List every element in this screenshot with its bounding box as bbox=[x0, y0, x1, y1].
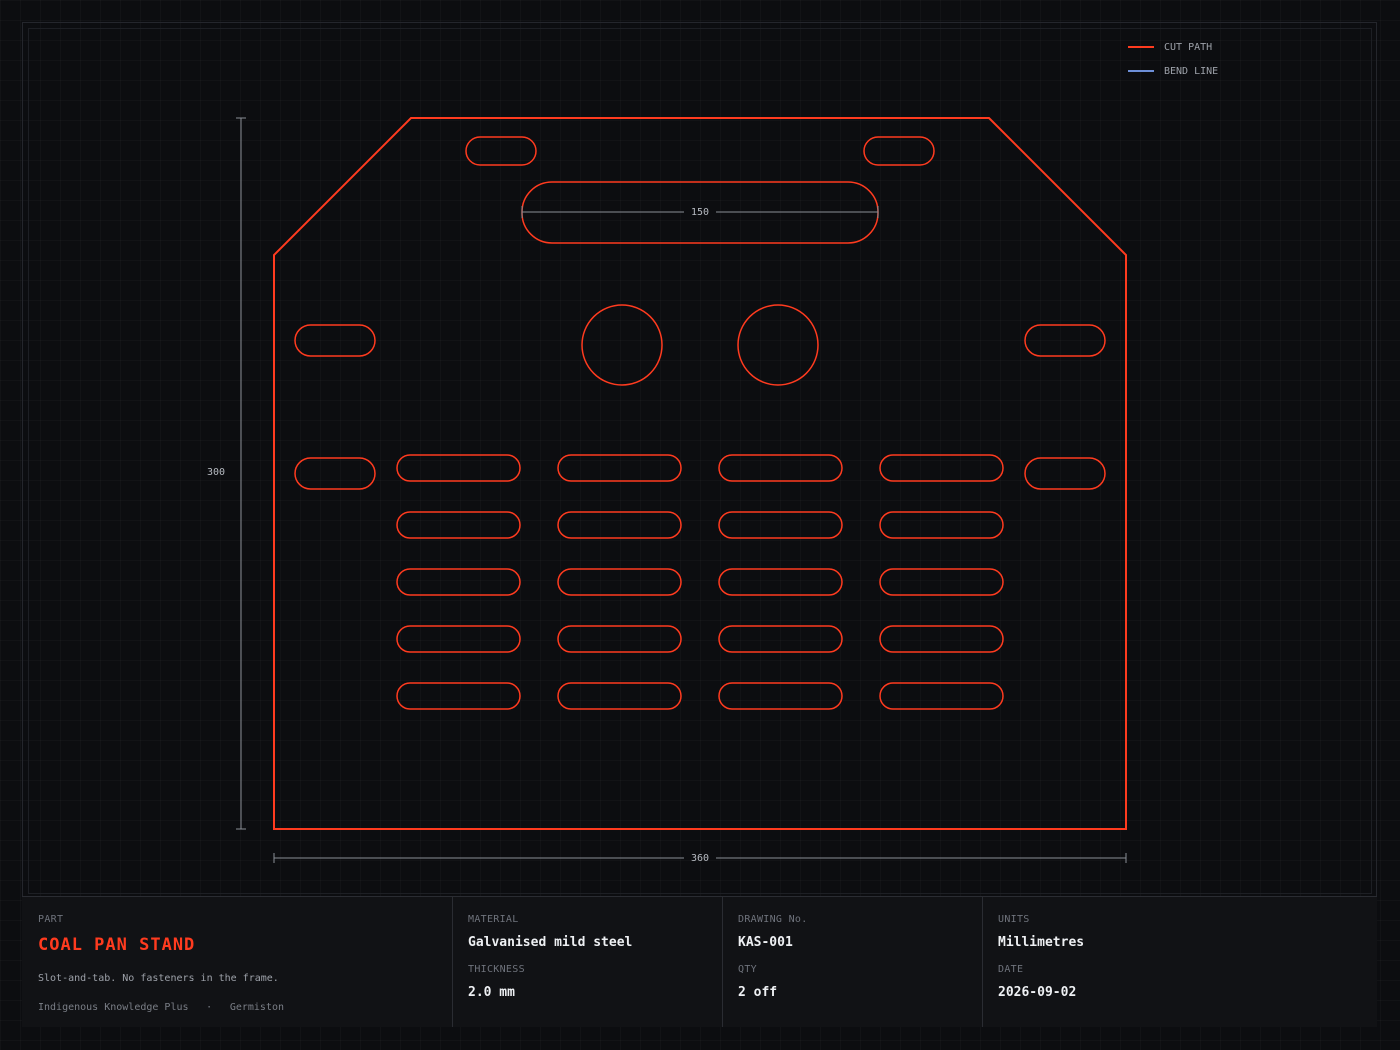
side-slot-left-upper bbox=[294, 324, 376, 357]
dimension-height-label: 300 bbox=[207, 467, 225, 478]
drawing-no-value: KAS-001 bbox=[738, 935, 793, 950]
vent-slot-r4-c2 bbox=[557, 625, 682, 653]
vent-slot-r3-c4 bbox=[879, 568, 1004, 596]
vent-slot-r4-c3 bbox=[718, 625, 843, 653]
legend-bend-label: BEND LINE bbox=[1164, 66, 1218, 77]
round-hole-left bbox=[581, 304, 663, 386]
company-name: Indigenous Knowledge Plus bbox=[38, 1002, 189, 1013]
vent-slot-r3-c3 bbox=[718, 568, 843, 596]
legend-cut-label: CUT PATH bbox=[1164, 42, 1212, 53]
units-value: Millimetres bbox=[998, 935, 1085, 950]
dimension-slot-width-label: 150 bbox=[691, 207, 709, 218]
material-value: Galvanised mild steel bbox=[468, 935, 633, 950]
part-label: PART bbox=[38, 914, 64, 925]
company-line: Indigenous Knowledge Plus · Germiston bbox=[38, 995, 284, 1014]
top-slot-right bbox=[863, 136, 935, 166]
vent-slot-r1-c3 bbox=[718, 454, 843, 482]
title-cell-part: PART COAL PAN STAND Slot-and-tab. No fas… bbox=[22, 897, 452, 1027]
vent-slot-r2-c1 bbox=[396, 511, 521, 539]
company-separator: · bbox=[206, 1002, 213, 1013]
title-cell-drawing: DRAWING No. KAS-001 QTY 2 off bbox=[722, 897, 982, 1027]
vent-slot-r4-c1 bbox=[396, 625, 521, 653]
company-location: Germiston bbox=[229, 1002, 285, 1013]
material-label: MATERIAL bbox=[468, 914, 519, 925]
vent-slot-r3-c1 bbox=[396, 568, 521, 596]
thickness-value: 2.0 mm bbox=[468, 985, 515, 1000]
flat-pattern-drawing: CUT PATH BEND LINE 150 300 360 bbox=[207, 42, 1218, 864]
vent-slot-r2-c2 bbox=[557, 511, 682, 539]
units-label: UNITS bbox=[998, 914, 1030, 925]
title-block: PART COAL PAN STAND Slot-and-tab. No fas… bbox=[22, 896, 1377, 1027]
vent-slot-r1-c1 bbox=[396, 454, 521, 482]
vent-slot-r1-c4 bbox=[879, 454, 1004, 482]
vent-slot-grid bbox=[396, 454, 1004, 710]
top-slot-left bbox=[465, 136, 537, 166]
dimension-width: 360 bbox=[273, 853, 1127, 864]
part-description: Slot-and-tab. No fasteners in the frame. bbox=[38, 973, 279, 984]
date-label: DATE bbox=[998, 964, 1024, 975]
part-name: COAL PAN STAND bbox=[38, 935, 196, 955]
round-hole-right bbox=[737, 304, 819, 386]
side-slot-right-lower bbox=[1024, 457, 1106, 490]
dimension-slot-width: 150 bbox=[521, 206, 879, 218]
legend: CUT PATH BEND LINE bbox=[1128, 42, 1218, 77]
dimension-height: 300 bbox=[207, 117, 246, 830]
part-outline-cut-path bbox=[273, 117, 1127, 830]
vent-slot-r3-c2 bbox=[557, 568, 682, 596]
qty-label: QTY bbox=[738, 964, 757, 975]
title-cell-units: UNITS Millimetres DATE 2026-09-02 bbox=[982, 897, 1377, 1027]
vent-slot-r5-c1 bbox=[396, 682, 521, 710]
qty-value: 2 off bbox=[738, 985, 778, 1000]
title-cell-material: MATERIAL Galvanised mild steel THICKNESS… bbox=[452, 897, 722, 1027]
drawing-no-label: DRAWING No. bbox=[738, 914, 808, 925]
dimension-width-label: 360 bbox=[691, 853, 709, 864]
vent-slot-r5-c3 bbox=[718, 682, 843, 710]
vent-slot-r2-c4 bbox=[879, 511, 1004, 539]
vent-slot-r5-c2 bbox=[557, 682, 682, 710]
side-slot-right-upper bbox=[1024, 324, 1106, 357]
thickness-label: THICKNESS bbox=[468, 964, 525, 975]
vent-slot-r1-c2 bbox=[557, 454, 682, 482]
date-value: 2026-09-02 bbox=[998, 985, 1077, 1000]
vent-slot-r4-c4 bbox=[879, 625, 1004, 653]
vent-slot-r2-c3 bbox=[718, 511, 843, 539]
vent-slot-r5-c4 bbox=[879, 682, 1004, 710]
side-slot-left-lower bbox=[294, 457, 376, 490]
